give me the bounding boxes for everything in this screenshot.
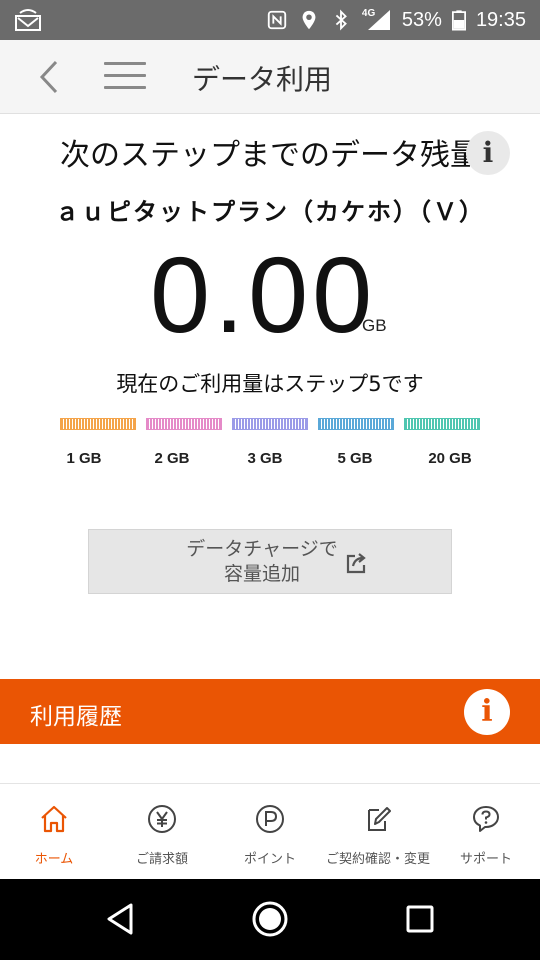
signal-icon: 4G: [362, 8, 392, 32]
step-1: 1 GB: [60, 418, 136, 467]
tab-billing-label: ご請求額: [135, 852, 188, 867]
data-charge-label-line2: 容量追加: [223, 563, 300, 585]
plan-name: ａｕピタットプラン（カケホ）（Ｖ）: [55, 198, 485, 226]
bluetooth-icon: [335, 9, 347, 31]
status-bar: 4G 53% 19:35: [0, 0, 540, 40]
battery-icon: [451, 10, 466, 31]
step-3: 3 GB: [232, 418, 308, 467]
step-5-bar: [404, 418, 480, 430]
remaining-data-heading: 次のステップまでのデータ残量: [60, 138, 470, 173]
tab-contract[interactable]: ご契約確認・変更: [324, 784, 432, 879]
step-1-label: 1 GB: [66, 450, 102, 467]
usage-history-title: 利用履歴: [30, 704, 122, 730]
tab-billing[interactable]: ご請求額: [108, 784, 216, 879]
info-button[interactable]: i: [466, 131, 510, 175]
data-charge-button[interactable]: データチャージで 容量追加: [88, 529, 452, 594]
back-icon[interactable]: [30, 56, 70, 98]
nfc-icon: [267, 10, 287, 30]
step-4: 5 GB: [318, 418, 394, 467]
step-3-bar: [232, 418, 308, 430]
tab-contract-label: ご契約確認・変更: [325, 852, 430, 867]
remaining-data-value: 0.00: [150, 234, 377, 355]
location-icon: [302, 10, 316, 30]
step-2: 2 GB: [146, 418, 222, 467]
step-1-bar: [60, 418, 136, 430]
contract-edit-icon: [368, 807, 391, 831]
data-charge-label: データチャージで 容量追加: [167, 537, 357, 587]
tab-points[interactable]: ポイント: [216, 784, 324, 879]
nav-back-icon[interactable]: [101, 899, 141, 939]
clock: 19:35: [475, 8, 526, 31]
step-5: 20 GB: [404, 418, 480, 467]
home-icon: [41, 805, 67, 833]
network-type: 4G: [361, 8, 376, 19]
tab-home[interactable]: ホーム: [0, 784, 108, 879]
app-header: データ利用: [0, 40, 540, 114]
step-3-label: 3 GB: [247, 450, 283, 467]
data-charge-label-line1: データチャージで: [186, 538, 338, 560]
tab-support[interactable]: サポート: [432, 784, 540, 879]
bottom-tab-bar: ホーム ご請求額 ポイント ご契約確認・変更 サポート: [0, 784, 540, 879]
tab-home-label: ホーム: [34, 852, 74, 867]
menu-icon[interactable]: [104, 62, 146, 94]
notification-app-icon: [15, 9, 41, 31]
support-icon: [473, 806, 499, 832]
tab-points-label: ポイント: [243, 852, 296, 867]
step-2-bar: [146, 418, 222, 430]
usage-history-info-button[interactable]: i: [464, 689, 510, 735]
nav-recents-icon[interactable]: [400, 899, 440, 939]
tab-support-label: サポート: [459, 852, 512, 867]
system-nav-bar: [0, 879, 540, 960]
step-4-label: 5 GB: [337, 450, 373, 467]
battery-percent: 53%: [401, 8, 442, 31]
point-icon: [256, 805, 284, 833]
external-link-icon: [346, 553, 366, 574]
current-step-status: 現在のご利用量はステップ5です: [116, 372, 424, 396]
usage-history-section[interactable]: 利用履歴 i: [0, 679, 540, 744]
yen-icon: [148, 805, 176, 833]
nav-home-icon[interactable]: [250, 899, 290, 939]
page-title: データ利用: [192, 63, 333, 96]
step-4-bar: [318, 418, 394, 430]
remaining-data-unit: GB: [362, 316, 387, 335]
step-5-label: 20 GB: [428, 450, 472, 467]
step-2-label: 2 GB: [154, 450, 190, 467]
